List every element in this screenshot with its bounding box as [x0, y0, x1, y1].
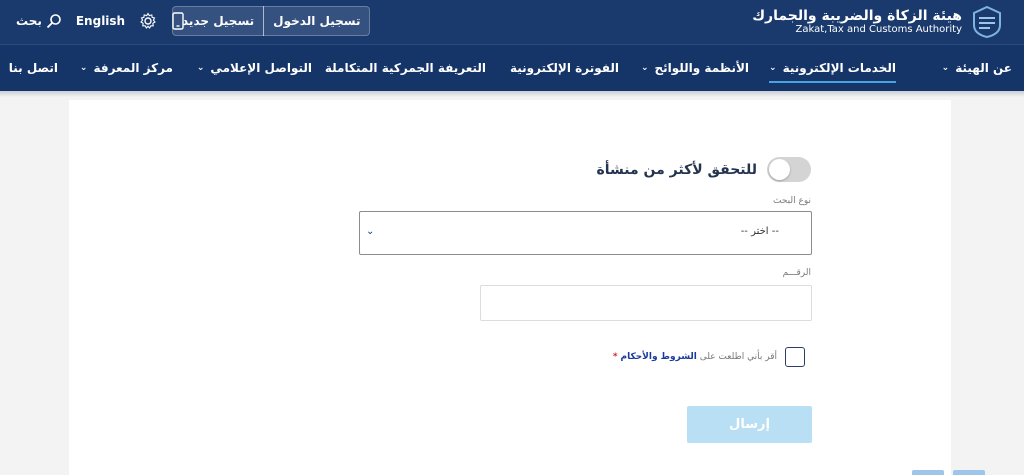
nav-label: التواصل الإعلامي [210, 61, 312, 75]
nav-item-media[interactable]: ⌄ التواصل الإعلامي [197, 45, 312, 91]
chevron-down-icon: ⌄ [640, 63, 649, 73]
multi-entity-toggle[interactable] [767, 157, 811, 182]
login-button[interactable]: تسجيل الدخول [264, 6, 369, 36]
mobile-icon[interactable] [171, 12, 185, 30]
register-button[interactable]: تسجيل جديد [173, 6, 263, 36]
toggle-knob [769, 159, 790, 180]
floating-button-partial[interactable] [953, 470, 985, 475]
search-icon [46, 14, 61, 29]
search-button[interactable]: بحث [16, 13, 62, 29]
number-input[interactable] [480, 285, 812, 321]
nav-shadow [0, 91, 1024, 97]
main-navigation: ⌄ عن الهيئة ⌄ الخدمات الإلكترونية ⌄ الأن… [0, 44, 1024, 91]
nav-label: عن الهيئة [955, 61, 1012, 75]
submit-button[interactable]: إرسال [687, 406, 812, 443]
required-marker: * [612, 352, 618, 362]
search-label: بحث [16, 14, 42, 28]
auth-buttons: تسجيل جديد تسجيل الدخول [172, 6, 371, 36]
terms-row: أقر بأني اطلعت على الشروط والأحكام * [613, 347, 805, 367]
search-type-value: -- اختر -- [740, 226, 779, 237]
nav-item-knowledge-center[interactable]: ⌄ مركز المعرفة [80, 45, 173, 91]
logo-english-name: Zakat,Tax and Customs Authority [795, 24, 962, 36]
number-label: الرقـــم [782, 268, 811, 278]
terms-text: أقر بأني اطلعت على الشروط والأحكام * [613, 352, 777, 362]
chevron-down-icon: ⌄ [769, 63, 777, 73]
chevron-down-icon: ⌄ [196, 63, 205, 73]
nav-label: الفوترة الإلكترونية [509, 61, 619, 75]
nav-item-customs-tariff[interactable]: التعريفة الجمركية المتكاملة [325, 45, 486, 91]
language-switch[interactable]: English [76, 14, 125, 28]
gear-icon[interactable] [139, 12, 157, 30]
chevron-down-icon: ⌄ [79, 63, 88, 73]
chevron-down-icon: ⌄ [941, 63, 950, 73]
header-tools: بحث English [16, 10, 185, 32]
multi-entity-toggle-row: للتحقق لأكثر من منشأة [596, 157, 811, 182]
search-type-label: نوع البحث [773, 196, 811, 206]
terms-prefix: أقر بأني اطلعت على [699, 352, 777, 362]
terms-checkbox[interactable] [785, 347, 805, 367]
nav-item-regulations[interactable]: ⌄ الأنظمة واللوائح [641, 45, 749, 91]
chevron-down-icon: ⌄ [366, 226, 375, 237]
nav-item-eservices[interactable]: ⌄ الخدمات الإلكترونية [769, 45, 896, 91]
multi-entity-toggle-label: للتحقق لأكثر من منشأة [596, 161, 757, 178]
top-header: هيئة الزكاة والضريبة والجمارك Zakat,Tax … [0, 0, 1024, 44]
nav-label: مركز المعرفة [93, 61, 173, 75]
verification-form-card: للتحقق لأكثر من منشأة نوع البحث -- اختر … [69, 100, 951, 475]
nav-label: التعريفة الجمركية المتكاملة [324, 61, 486, 75]
floating-button-partial[interactable] [912, 470, 944, 475]
nav-label: الخدمات الإلكترونية [782, 61, 896, 75]
logo-arabic-name: هيئة الزكاة والضريبة والجمارك [752, 8, 962, 25]
nav-item-contact[interactable]: اتصل بنا [9, 45, 58, 91]
nav-item-einvoicing[interactable]: الفوترة الإلكترونية [510, 45, 619, 91]
nav-label: الأنظمة واللوائح [654, 61, 749, 75]
nav-label: اتصل بنا [8, 61, 58, 75]
terms-link[interactable]: الشروط والأحكام [620, 352, 696, 362]
nav-item-about[interactable]: ⌄ عن الهيئة [942, 45, 1012, 91]
logo-emblem-icon [973, 5, 1001, 39]
search-type-select[interactable]: -- اختر -- ⌄ [359, 211, 812, 255]
authority-logo[interactable]: هيئة الزكاة والضريبة والجمارك Zakat,Tax … [752, 2, 1004, 42]
